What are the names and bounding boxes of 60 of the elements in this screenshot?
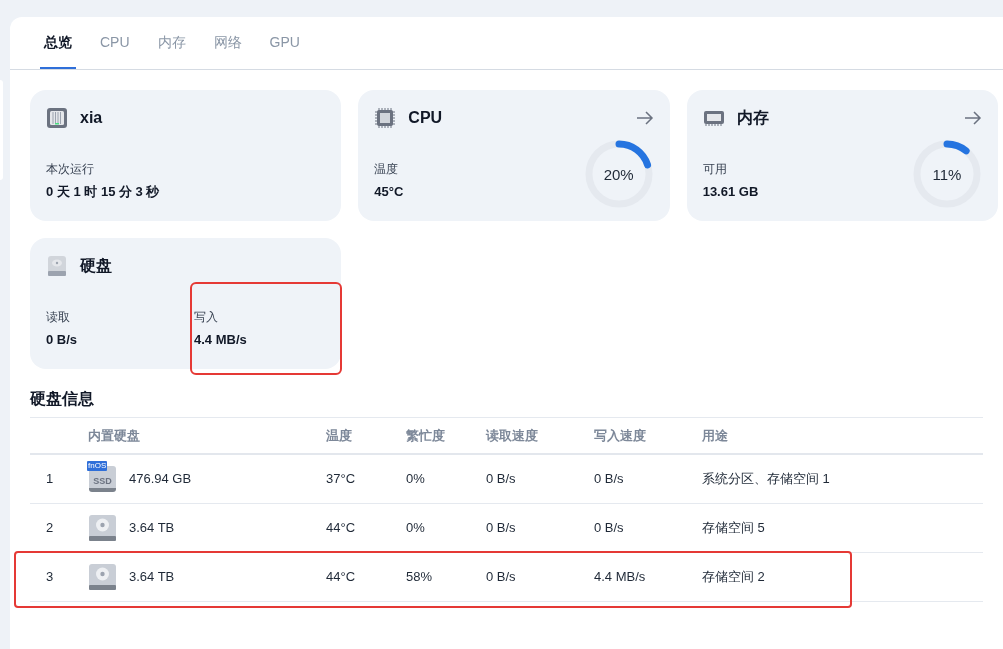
tab[interactable]: 总览: [40, 17, 76, 69]
tab[interactable]: GPU: [265, 17, 304, 69]
table-cell: 1: [46, 471, 54, 487]
hard-drive-icon: [89, 564, 116, 590]
column-header: 用途: [702, 427, 728, 443]
stat-value: 45°C: [374, 182, 405, 201]
usage-gauge: [583, 139, 654, 209]
tab[interactable]: 内存: [153, 17, 190, 69]
table-cell: 0 B/s: [486, 471, 516, 487]
column-header: 写入速度: [594, 427, 646, 443]
table-cell: 3: [46, 569, 54, 585]
usage-percent: 11%: [932, 166, 962, 182]
section-title: 硬盘信息: [30, 389, 95, 409]
table-cell-text: 3.64 TB: [129, 568, 175, 587]
table-cell: 0%: [406, 520, 425, 536]
drive-icon: [46, 255, 68, 277]
column-header: 繁忙度: [406, 427, 445, 443]
usage-gauge: [912, 139, 982, 209]
table-cell: 系统分区、存储空间 1: [702, 471, 830, 487]
column-header: 读取速度: [486, 427, 538, 443]
stat-value: 0 天 1 时 15 分 3 秒: [46, 182, 161, 201]
stat-label: 读取: [46, 308, 71, 326]
stat-label: 写入: [194, 308, 219, 326]
table-cell: 存储空间 2: [702, 569, 765, 585]
ssd-label: SSD: [93, 476, 112, 486]
table-cell: 44°C: [326, 520, 356, 536]
tab[interactable]: 网络: [209, 17, 246, 69]
table-cell: 44°C: [326, 569, 356, 585]
arrow-right-icon[interactable]: [635, 111, 654, 125]
usage-percent: 20%: [603, 166, 634, 182]
table-cell: 0 B/s: [486, 569, 516, 585]
table-cell: 0 B/s: [594, 520, 624, 536]
os-badge: fnOS: [87, 461, 108, 471]
table-cell: 58%: [406, 569, 433, 585]
card-title: xia: [80, 108, 103, 128]
table-cell-text: 3.64 TB: [129, 519, 175, 538]
table-cell: 0 B/s: [486, 520, 516, 536]
column-header: 内置硬盘: [88, 427, 140, 443]
table-cell: 4.4 MB/s: [594, 569, 646, 585]
table-cell: 2: [46, 520, 54, 536]
stat-label: 本次运行: [46, 160, 95, 178]
card-title: CPU: [408, 108, 443, 128]
card-title: 内存: [736, 108, 769, 128]
stat-label: 可用: [702, 160, 728, 178]
hard-drive-icon: [89, 515, 116, 541]
table-cell: 0%: [406, 471, 425, 487]
server-icon: [46, 107, 68, 129]
arrow-right-icon[interactable]: [964, 111, 982, 125]
stat-value: 4.4 MB/s: [194, 330, 248, 349]
table-cell: 0 B/s: [594, 471, 624, 487]
stat-label: 温度: [374, 160, 400, 178]
column-header: 温度: [326, 427, 352, 443]
card-title: 硬盘: [80, 256, 112, 276]
table-cell: 37°C: [326, 471, 356, 487]
stat-value: 13.61 GB: [702, 182, 760, 201]
table-cell-text: 476.94 GB: [129, 470, 192, 489]
stat-value: 0 B/s: [46, 330, 79, 349]
chip-icon: [374, 107, 397, 129]
tab[interactable]: CPU: [96, 17, 134, 69]
table-cell: 存储空间 5: [702, 520, 765, 536]
